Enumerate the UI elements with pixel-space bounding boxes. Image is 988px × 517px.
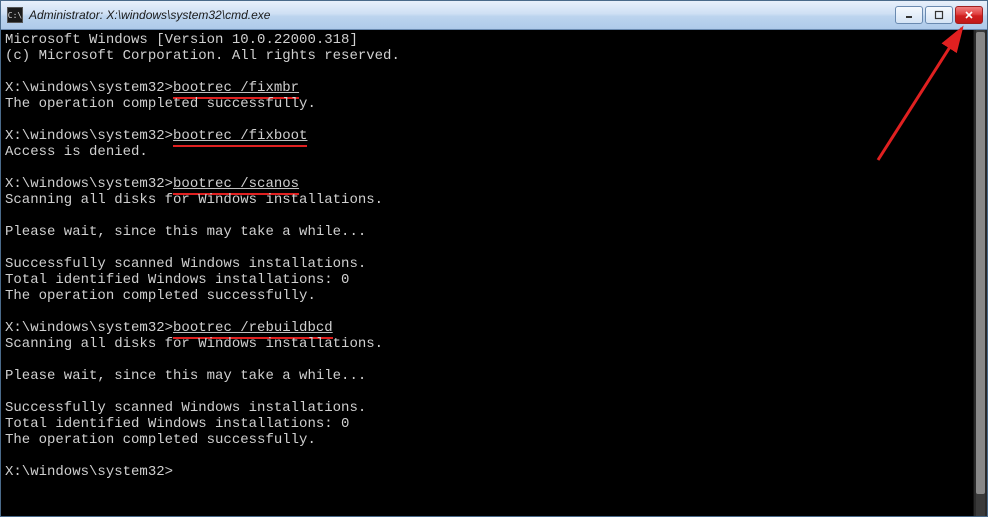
terminal-line: Successfully scanned Windows installatio… bbox=[5, 400, 366, 416]
terminal-line: Successfully scanned Windows installatio… bbox=[5, 256, 366, 272]
terminal-line: The operation completed successfully. bbox=[5, 288, 316, 304]
terminal-line: Access is denied. bbox=[5, 144, 148, 160]
window-controls bbox=[895, 6, 983, 24]
terminal-line: Scanning all disks for Windows installat… bbox=[5, 192, 383, 208]
terminal-output[interactable]: Microsoft Windows [Version 10.0.22000.31… bbox=[1, 30, 973, 516]
command-text: bootrec /fixboot bbox=[173, 128, 307, 147]
terminal-line: Total identified Windows installations: … bbox=[5, 416, 349, 432]
terminal-line: The operation completed successfully. bbox=[5, 432, 316, 448]
terminal-line: Please wait, since this may take a while… bbox=[5, 368, 366, 384]
cmd-window: C:\ Administrator: X:\windows\system32\c… bbox=[0, 0, 988, 517]
maximize-button[interactable] bbox=[925, 6, 953, 24]
prompt: X:\windows\system32> bbox=[5, 176, 173, 192]
terminal-area: Microsoft Windows [Version 10.0.22000.31… bbox=[1, 30, 987, 516]
window-title: Administrator: X:\windows\system32\cmd.e… bbox=[29, 8, 895, 22]
cmd-icon: C:\ bbox=[7, 7, 23, 23]
terminal-line: The operation completed successfully. bbox=[5, 96, 316, 112]
close-button[interactable] bbox=[955, 6, 983, 24]
scroll-thumb[interactable] bbox=[976, 32, 985, 494]
prompt: X:\windows\system32> bbox=[5, 320, 173, 336]
scrollbar[interactable] bbox=[973, 30, 987, 516]
terminal-line: Microsoft Windows [Version 10.0.22000.31… bbox=[5, 32, 358, 48]
terminal-line: Total identified Windows installations: … bbox=[5, 272, 349, 288]
prompt: X:\windows\system32> bbox=[5, 80, 173, 96]
close-icon bbox=[964, 10, 974, 20]
minimize-button[interactable] bbox=[895, 6, 923, 24]
titlebar[interactable]: C:\ Administrator: X:\windows\system32\c… bbox=[1, 1, 987, 30]
terminal-line: Scanning all disks for Windows installat… bbox=[5, 336, 383, 352]
prompt: X:\windows\system32> bbox=[5, 128, 173, 144]
terminal-line: Please wait, since this may take a while… bbox=[5, 224, 366, 240]
prompt: X:\windows\system32> bbox=[5, 464, 173, 480]
maximize-icon bbox=[934, 10, 944, 20]
terminal-line: (c) Microsoft Corporation. All rights re… bbox=[5, 48, 400, 64]
minimize-icon bbox=[904, 10, 914, 20]
